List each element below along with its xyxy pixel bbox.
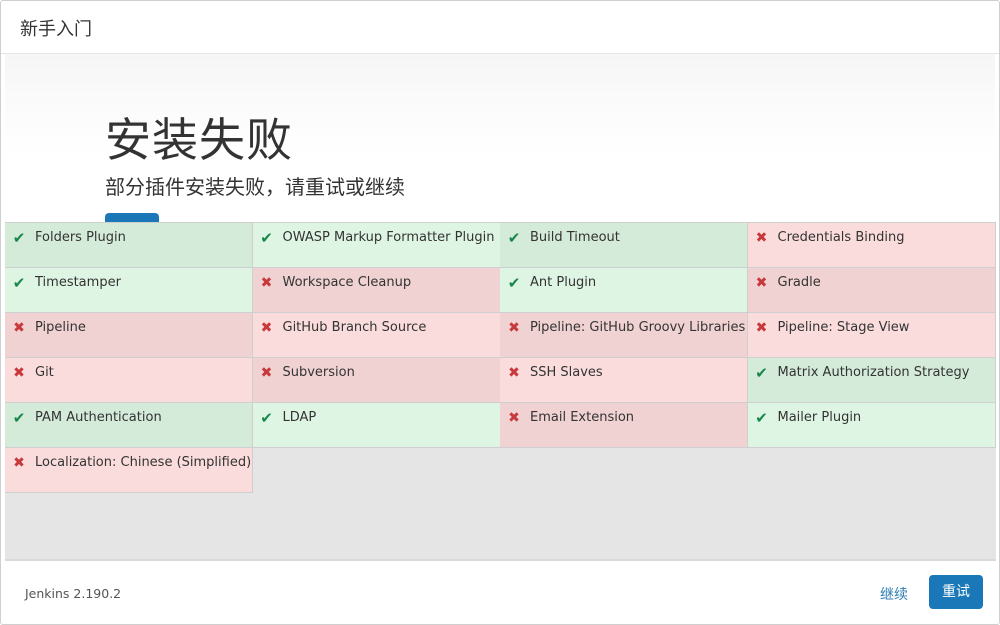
plugin-name: Subversion [282, 365, 355, 380]
page-title: 安装失败 [105, 113, 293, 167]
check-icon: ✔ [12, 409, 26, 427]
plugin-item: ✖ Git [5, 358, 253, 403]
plugin-item: ✔ PAM Authentication [5, 403, 253, 448]
plugin-name: Folders Plugin [35, 230, 126, 245]
plugin-name: Timestamper [35, 275, 121, 290]
plugin-name: Localization: Chinese (Simplified) [35, 455, 252, 470]
check-icon: ✔ [260, 409, 273, 427]
retry-button[interactable]: 重试 [929, 575, 983, 609]
cross-icon: ✖ [13, 365, 25, 381]
cross-icon: ✖ [13, 320, 25, 336]
cross-icon: ✖ [755, 320, 768, 336]
plugin-name: SSH Slaves [530, 365, 603, 380]
continue-link[interactable]: 继续 [880, 584, 908, 604]
cross-icon: ✖ [755, 275, 768, 291]
plugin-item: ✔ Ant Plugin [500, 268, 748, 313]
plugin-name: Git [35, 365, 54, 380]
hero-banner: 安装失败 部分插件安装失败，请重试或继续 [5, 54, 995, 223]
plugin-item: ✖ Pipeline: Stage View [747, 313, 996, 358]
plugin-item: ✔ OWASP Markup Formatter Plugin [252, 223, 501, 268]
plugin-item: ✖ Gradle [747, 268, 996, 313]
cross-icon: ✖ [508, 365, 520, 381]
cross-icon: ✖ [508, 410, 520, 426]
plugin-name: Pipeline [35, 320, 86, 335]
plugin-name: Credentials Binding [777, 230, 905, 245]
check-icon: ✔ [260, 229, 273, 247]
plugin-item: ✖ Email Extension [500, 403, 748, 448]
plugin-item: ✔ LDAP [252, 403, 501, 448]
check-icon: ✔ [12, 229, 26, 247]
dialog-header: 新手入门 [1, 1, 999, 54]
plugin-status-grid: ✔ Folders Plugin ✔ OWASP Markup Formatter P… [5, 222, 996, 559]
page-subtitle: 部分插件安装失败，请重试或继续 [105, 175, 405, 199]
plugin-item: ✖ Subversion [252, 358, 501, 403]
plugin-item: ✖ Pipeline: GitHub Groovy Libraries [500, 313, 748, 358]
dialog-footer: Jenkins 2.190.2 继续 重试 [5, 559, 996, 623]
check-icon: ✔ [507, 229, 521, 247]
plugin-item: ✔ Timestamper [5, 268, 253, 313]
plugin-item: ✖ Localization: Chinese (Simplified) [5, 448, 253, 493]
plugin-name: Gradle [777, 275, 821, 290]
cross-icon: ✖ [260, 320, 273, 336]
plugin-item: ✖ Credentials Binding [747, 223, 996, 268]
check-icon: ✔ [755, 364, 768, 382]
plugin-item: ✖ Workspace Cleanup [252, 268, 501, 313]
version-label: Jenkins 2.190.2 [25, 586, 122, 601]
plugin-name: LDAP [282, 410, 317, 425]
cross-icon: ✖ [755, 230, 768, 246]
plugin-item: ✔ Matrix Authorization Strategy [747, 358, 996, 403]
plugin-name: PAM Authentication [35, 410, 162, 425]
plugin-item: ✔ Folders Plugin [5, 223, 253, 268]
plugin-name: Email Extension [530, 410, 635, 425]
cross-icon: ✖ [508, 320, 520, 336]
check-icon: ✔ [755, 409, 768, 427]
plugin-item: ✖ SSH Slaves [500, 358, 748, 403]
check-icon: ✔ [12, 274, 26, 292]
plugin-name: Pipeline: GitHub Groovy Libraries [530, 320, 746, 335]
plugin-item: ✔ Mailer Plugin [747, 403, 996, 448]
plugin-name: GitHub Branch Source [282, 320, 427, 335]
plugin-name: Mailer Plugin [777, 410, 862, 425]
plugin-name: OWASP Markup Formatter Plugin [282, 230, 495, 245]
plugin-item: ✖ GitHub Branch Source [252, 313, 501, 358]
plugin-name: Build Timeout [530, 230, 620, 245]
plugin-item: ✖ Pipeline [5, 313, 253, 358]
plugin-item: ✔ Build Timeout [500, 223, 748, 268]
plugin-name: Workspace Cleanup [282, 275, 412, 290]
plugin-name: Matrix Authorization Strategy [777, 365, 970, 380]
setup-wizard-dialog: 新手入门 安装失败 部分插件安装失败，请重试或继续 ✔ Folders Plugi… [0, 0, 1000, 625]
plugin-name: Ant Plugin [530, 275, 597, 290]
plugin-name: Pipeline: Stage View [777, 320, 910, 335]
cross-icon: ✖ [260, 365, 273, 381]
cross-icon: ✖ [260, 275, 273, 291]
dialog-title: 新手入门 [20, 19, 92, 40]
cross-icon: ✖ [13, 455, 25, 471]
check-icon: ✔ [507, 274, 521, 292]
